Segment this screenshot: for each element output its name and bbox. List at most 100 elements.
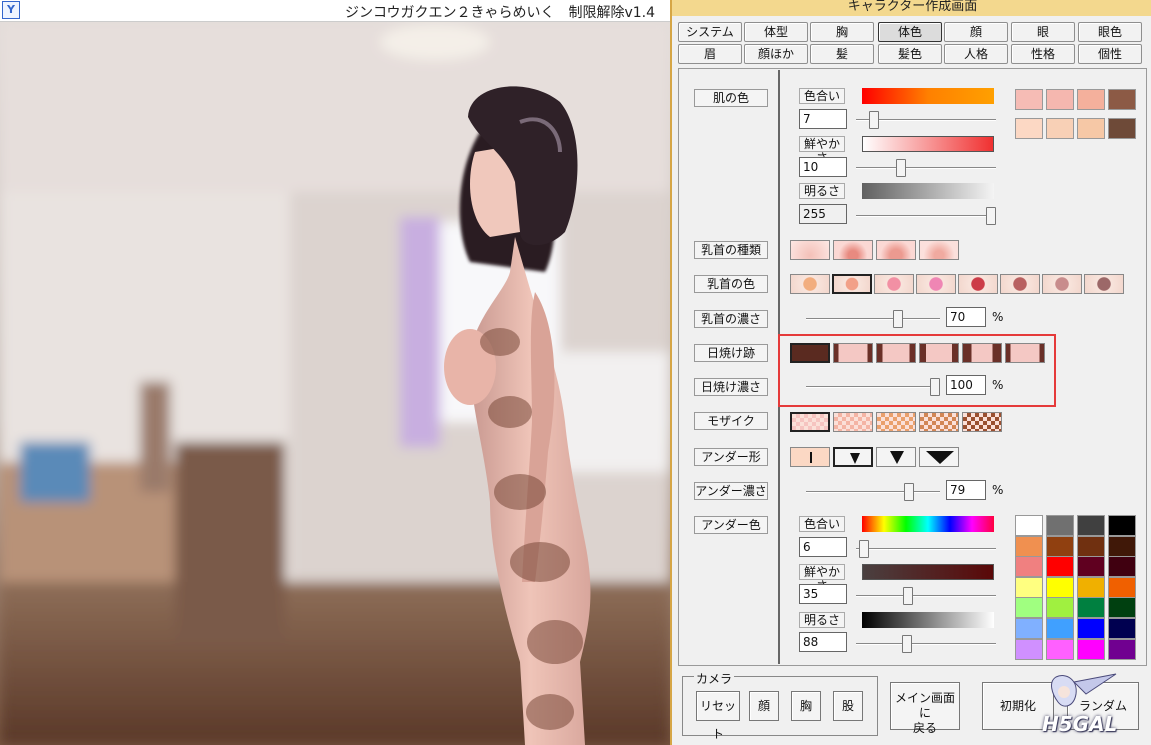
- tab-eyes[interactable]: 眼: [1011, 22, 1075, 42]
- tab-eye-color[interactable]: 眼色: [1078, 22, 1142, 42]
- under-depth-slider[interactable]: [903, 483, 914, 501]
- nipple-depth-slider[interactable]: [892, 310, 903, 328]
- under-color-swatch[interactable]: [1077, 618, 1105, 639]
- tab-traits[interactable]: 個性: [1078, 44, 1142, 64]
- nipple-color-option[interactable]: [916, 274, 956, 294]
- tab-hair-color[interactable]: 髪色: [878, 44, 942, 64]
- nipple-type-option-4[interactable]: [919, 240, 959, 260]
- skin-preset-swatch[interactable]: [1046, 89, 1074, 110]
- skin-preset-swatch[interactable]: [1015, 118, 1043, 139]
- under-saturation-slider[interactable]: [902, 587, 913, 605]
- skin-saturation-track[interactable]: [856, 167, 996, 169]
- under-color-swatch[interactable]: [1015, 535, 1043, 557]
- under-color-swatch[interactable]: [1015, 576, 1043, 598]
- under-color-swatch[interactable]: [1015, 556, 1043, 578]
- under-brightness-input[interactable]: 88: [799, 632, 847, 652]
- skin-preset-swatch[interactable]: [1046, 118, 1074, 139]
- under-color-swatch[interactable]: [1015, 515, 1043, 536]
- under-color-swatch[interactable]: [1015, 638, 1043, 660]
- camera-reset-button[interactable]: リセット: [696, 691, 740, 741]
- under-color-swatch[interactable]: [1108, 515, 1136, 536]
- under-color-swatch[interactable]: [1015, 618, 1043, 639]
- under-color-swatch[interactable]: [1108, 597, 1136, 619]
- under-color-swatch[interactable]: [1108, 638, 1136, 660]
- tab-hair[interactable]: 髪: [810, 44, 874, 64]
- nipple-color-option[interactable]: [958, 274, 998, 294]
- under-saturation-input[interactable]: 35: [799, 584, 847, 604]
- mosaic-option[interactable]: [962, 412, 1002, 432]
- camera-face-button[interactable]: 顔: [749, 691, 779, 721]
- skin-saturation-input[interactable]: 10: [799, 157, 847, 177]
- under-color-swatch[interactable]: [1077, 556, 1105, 578]
- skin-saturation-slider[interactable]: [896, 159, 907, 177]
- tab-character[interactable]: 性格: [1011, 44, 1075, 64]
- under-color-swatch[interactable]: [1108, 576, 1136, 598]
- skin-brightness-input[interactable]: 255: [799, 204, 847, 224]
- nipple-color-option[interactable]: [832, 274, 872, 294]
- mosaic-option[interactable]: [876, 412, 916, 432]
- under-color-swatch[interactable]: [1077, 535, 1105, 557]
- under-color-swatch[interactable]: [1108, 618, 1136, 639]
- under-depth-track[interactable]: [806, 491, 940, 493]
- tab-chest[interactable]: 胸: [810, 22, 874, 42]
- character-viewport[interactable]: [0, 22, 670, 745]
- tab-body-color[interactable]: 体色: [878, 22, 942, 42]
- tab-system[interactable]: システム: [678, 22, 742, 42]
- under-color-swatch[interactable]: [1046, 638, 1074, 660]
- return-main-screen-button[interactable]: メイン画面に 戻る: [890, 682, 960, 735]
- under-color-swatch[interactable]: [1046, 618, 1074, 639]
- under-color-swatch[interactable]: [1015, 597, 1043, 619]
- camera-crotch-button[interactable]: 股: [833, 691, 863, 721]
- tab-face-other[interactable]: 顔ほか: [744, 44, 808, 64]
- under-saturation-track[interactable]: [856, 595, 996, 597]
- under-color-swatch[interactable]: [1077, 515, 1105, 536]
- under-brightness-track[interactable]: [856, 643, 996, 645]
- under-color-swatch[interactable]: [1046, 535, 1074, 557]
- tab-eyebrows[interactable]: 眉: [678, 44, 742, 64]
- camera-chest-button[interactable]: 胸: [791, 691, 821, 721]
- under-shape-option-4[interactable]: [919, 447, 959, 467]
- under-hue-slider[interactable]: [858, 540, 869, 558]
- skin-preset-swatch[interactable]: [1108, 118, 1136, 139]
- under-color-swatch[interactable]: [1046, 515, 1074, 536]
- nipple-color-option[interactable]: [1000, 274, 1040, 294]
- skin-preset-swatch[interactable]: [1077, 89, 1105, 110]
- skin-hue-slider[interactable]: [869, 111, 879, 129]
- mosaic-option[interactable]: [919, 412, 959, 432]
- skin-brightness-slider[interactable]: [986, 207, 996, 225]
- mosaic-option[interactable]: [833, 412, 873, 432]
- under-color-swatch[interactable]: [1046, 556, 1074, 578]
- skin-preset-swatch[interactable]: [1077, 118, 1105, 139]
- under-color-swatch[interactable]: [1077, 597, 1105, 619]
- nipple-type-option-3[interactable]: [876, 240, 916, 260]
- under-color-swatch[interactable]: [1108, 535, 1136, 557]
- under-color-swatch[interactable]: [1077, 576, 1105, 598]
- skin-preset-swatch[interactable]: [1108, 89, 1136, 110]
- tab-face[interactable]: 顔: [944, 22, 1008, 42]
- nipple-depth-input[interactable]: 70: [946, 307, 986, 327]
- under-shape-option-3[interactable]: [876, 447, 916, 467]
- tab-body-shape[interactable]: 体型: [744, 22, 808, 42]
- under-depth-input[interactable]: 79: [946, 480, 986, 500]
- nipple-color-option[interactable]: [790, 274, 830, 294]
- under-color-swatch[interactable]: [1046, 576, 1074, 598]
- tab-personality[interactable]: 人格: [944, 44, 1008, 64]
- nipple-color-option[interactable]: [1084, 274, 1124, 294]
- under-shape-option-1[interactable]: [790, 447, 830, 467]
- under-hue-input[interactable]: 6: [799, 537, 847, 557]
- under-hue-track[interactable]: [856, 548, 996, 550]
- skin-hue-input[interactable]: 7: [799, 109, 847, 129]
- mosaic-option[interactable]: [790, 412, 830, 432]
- under-color-swatch[interactable]: [1108, 556, 1136, 578]
- nipple-depth-track[interactable]: [806, 318, 940, 320]
- skin-brightness-track[interactable]: [856, 215, 996, 217]
- nipple-color-option[interactable]: [874, 274, 914, 294]
- under-shape-option-2[interactable]: [833, 447, 873, 467]
- nipple-type-option-2[interactable]: [833, 240, 873, 260]
- under-brightness-slider[interactable]: [901, 635, 912, 653]
- under-color-swatch[interactable]: [1077, 638, 1105, 660]
- under-color-swatch[interactable]: [1046, 597, 1074, 619]
- skin-preset-swatch[interactable]: [1015, 89, 1043, 110]
- nipple-type-option-1[interactable]: [790, 240, 830, 260]
- nipple-color-option[interactable]: [1042, 274, 1082, 294]
